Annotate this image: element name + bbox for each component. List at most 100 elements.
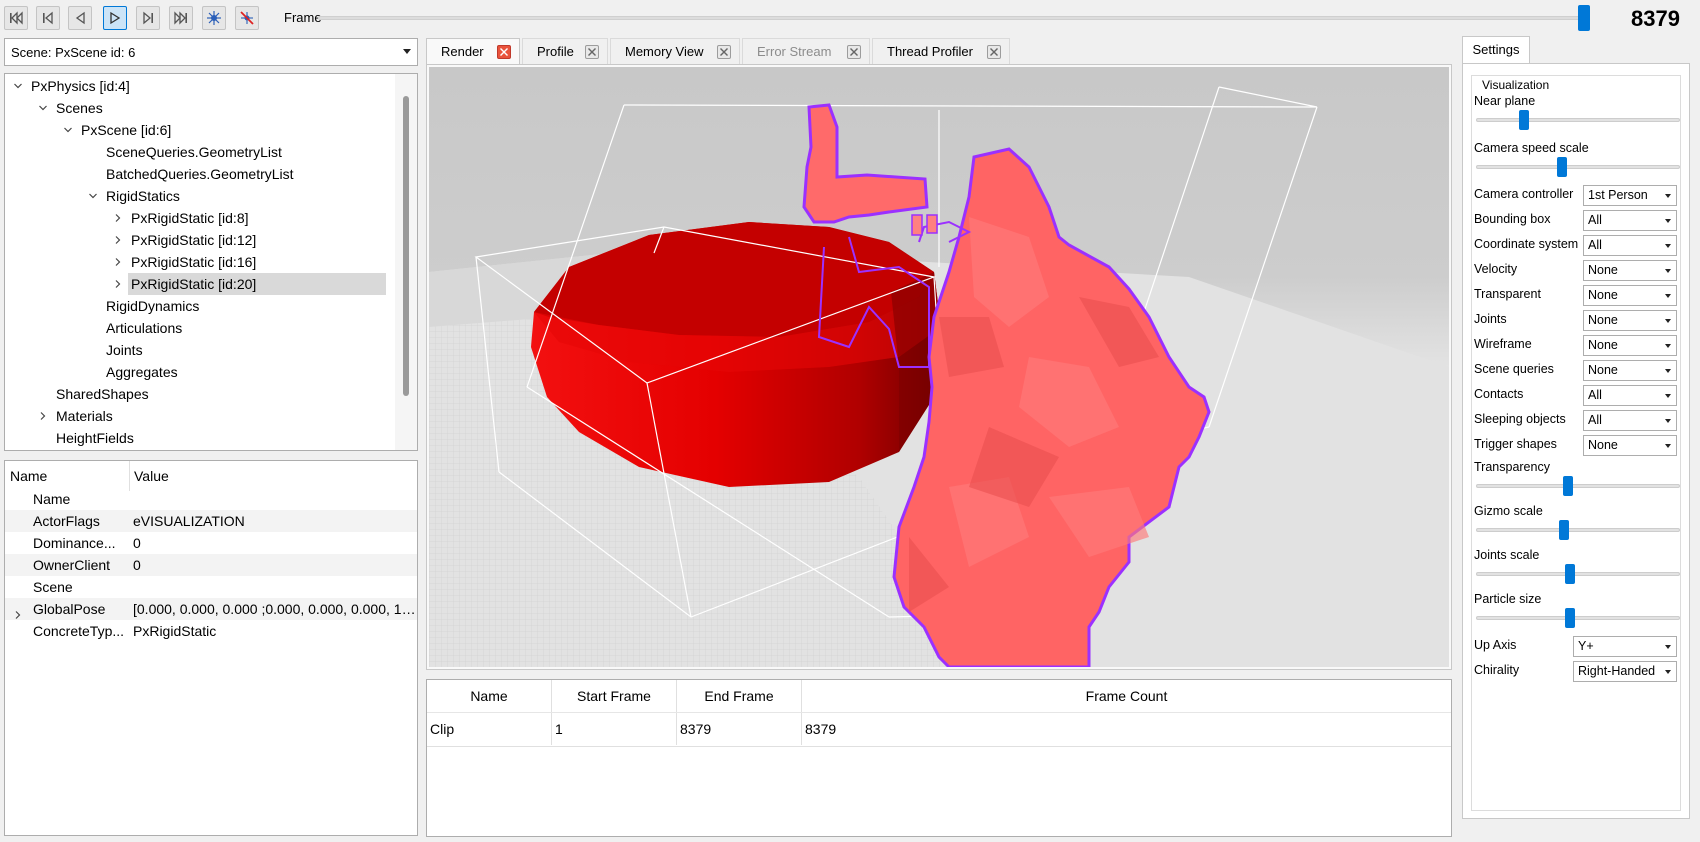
near-plane-slider[interactable] <box>1476 118 1680 122</box>
tree-item[interactable]: PxPhysics [id:4] <box>28 75 133 97</box>
tree-item-label: PxRigidStatic [id:8] <box>131 210 249 226</box>
bounding-box-combo[interactable]: All <box>1583 210 1677 231</box>
tree-item[interactable]: PxScene [id:6] <box>78 119 174 141</box>
frame-slider-thumb[interactable] <box>1578 5 1590 31</box>
scene-queries-combo[interactable]: None <box>1583 360 1677 381</box>
close-icon[interactable] <box>497 45 511 59</box>
tree-item[interactable]: PxRigidStatic [id:12] <box>128 229 259 251</box>
chevron-down-icon <box>1665 294 1671 298</box>
connect-button[interactable] <box>202 6 226 30</box>
clip-count-header[interactable]: Frame Count <box>802 680 1451 712</box>
property-row[interactable]: ConcreteTyp... PxRigidStatic <box>5 620 417 642</box>
close-icon[interactable] <box>585 45 599 59</box>
clip-end-header[interactable]: End Frame <box>677 680 802 712</box>
joints-combo[interactable]: None <box>1583 310 1677 331</box>
play-button[interactable] <box>103 6 127 30</box>
close-icon[interactable] <box>847 45 861 59</box>
step-back-button[interactable] <box>68 6 92 30</box>
clip-start-cell[interactable]: 1 <box>552 713 677 745</box>
object-tree[interactable]: PxPhysics [id:4] Scenes PxScene [id:6] Scen… <box>4 73 418 451</box>
tree-item[interactable]: Scenes <box>53 97 106 119</box>
clip-start-header[interactable]: Start Frame <box>552 680 677 712</box>
transparent-combo[interactable]: None <box>1583 285 1677 306</box>
tree-item[interactable]: HeightFields <box>53 427 137 449</box>
chevron-down-icon[interactable] <box>61 119 75 141</box>
tab-memory-view[interactable]: Memory View <box>610 38 740 66</box>
close-icon[interactable] <box>717 45 731 59</box>
scene-selector[interactable]: Scene: PxScene id: 6 <box>4 38 418 66</box>
settings-scrollbar[interactable] <box>1690 36 1700 836</box>
trigger-shapes-combo[interactable]: None <box>1583 435 1677 456</box>
coordinate-system-combo[interactable]: All <box>1583 235 1677 256</box>
tree-item[interactable]: Aggregates <box>103 361 181 383</box>
sleeping-objects-combo[interactable]: All <box>1583 410 1677 431</box>
chirality-combo[interactable]: Right-Handed <box>1573 661 1677 682</box>
disconnect-button[interactable] <box>235 6 259 30</box>
gizmo-scale-slider-thumb[interactable] <box>1559 520 1570 540</box>
velocity-combo[interactable]: None <box>1583 260 1677 281</box>
up-axis-combo[interactable]: Y+ <box>1573 636 1677 657</box>
disconnect-icon <box>240 11 254 25</box>
tab-error-stream[interactable]: Error Stream <box>742 38 870 66</box>
chevron-down-icon[interactable] <box>11 75 25 97</box>
tree-item[interactable]: Joints <box>103 339 146 361</box>
tree-item[interactable]: SharedShapes <box>53 383 152 405</box>
tab-settings[interactable]: Settings <box>1462 36 1530 64</box>
clip-name-header[interactable]: Name <box>427 680 552 712</box>
clip-end-cell[interactable]: 8379 <box>677 713 802 745</box>
tab-profile[interactable]: Profile <box>522 38 608 66</box>
tree-item[interactable]: RigidStatics <box>103 185 183 207</box>
render-view[interactable] <box>426 64 1452 670</box>
property-row[interactable]: OwnerClient 0 <box>5 554 417 576</box>
chevron-right-icon[interactable] <box>111 273 125 295</box>
first-frame-button[interactable] <box>4 6 28 30</box>
tree-item[interactable]: PxRigidStatic [id:16] <box>128 251 259 273</box>
chevron-right-icon[interactable] <box>111 251 125 273</box>
tree-scrollbar-thumb[interactable] <box>403 96 409 396</box>
particle-size-label: Particle size <box>1474 592 1542 606</box>
property-row[interactable]: Name <box>5 488 417 510</box>
step-forward-button[interactable] <box>136 6 160 30</box>
camera-speed-slider-thumb[interactable] <box>1557 157 1568 177</box>
tree-item[interactable]: PxRigidStatic [id:20] <box>128 273 386 295</box>
frame-slider[interactable] <box>318 16 1588 20</box>
contacts-combo[interactable]: All <box>1583 385 1677 406</box>
chevron-down-icon[interactable] <box>36 97 50 119</box>
wireframe-combo[interactable]: None <box>1583 335 1677 356</box>
tree-item[interactable]: RigidDynamics <box>103 295 202 317</box>
transparency-slider-thumb[interactable] <box>1563 476 1574 496</box>
property-value-header[interactable]: Value <box>134 465 169 487</box>
previous-key-button[interactable] <box>36 6 60 30</box>
joints-scale-slider-thumb[interactable] <box>1565 564 1576 584</box>
tree-item[interactable]: SceneQueries.GeometryList <box>103 141 285 163</box>
tree-item[interactable]: Materials <box>53 405 116 427</box>
transparency-slider[interactable] <box>1476 484 1680 488</box>
property-row[interactable]: Scene <box>5 576 417 598</box>
joints-scale-slider[interactable] <box>1476 572 1680 576</box>
tree-item[interactable]: PxRigidStatic [id:8] <box>128 207 252 229</box>
tab-thread-profiler[interactable]: Thread Profiler <box>872 38 1010 66</box>
velocity-value: None <box>1588 263 1618 277</box>
chevron-right-icon[interactable] <box>111 207 125 229</box>
close-icon[interactable] <box>987 45 1001 59</box>
particle-size-slider[interactable] <box>1476 616 1680 620</box>
render-viewport[interactable] <box>429 67 1449 667</box>
clip-count-cell[interactable]: 8379 <box>802 713 1451 745</box>
clip-name-cell[interactable]: Clip <box>427 713 552 745</box>
camera-speed-slider[interactable] <box>1476 165 1680 169</box>
last-frame-button[interactable] <box>169 6 193 30</box>
property-row[interactable]: GlobalPose [0.000, 0.000, 0.000 ;0.000, 0… <box>5 598 417 620</box>
chevron-down-icon[interactable] <box>86 185 100 207</box>
property-row[interactable]: Dominance... 0 <box>5 532 417 554</box>
property-row[interactable]: ActorFlags eVISUALIZATION <box>5 510 417 532</box>
tree-item[interactable]: Articulations <box>103 317 185 339</box>
tab-render[interactable]: Render <box>426 38 520 66</box>
property-name-header[interactable]: Name <box>10 465 47 487</box>
tree-item[interactable]: BatchedQueries.GeometryList <box>103 163 297 185</box>
particle-size-slider-thumb[interactable] <box>1565 608 1576 628</box>
near-plane-slider-thumb[interactable] <box>1518 110 1529 130</box>
chevron-right-icon[interactable] <box>36 405 50 427</box>
chevron-right-icon[interactable] <box>111 229 125 251</box>
camera-controller-combo[interactable]: 1st Person <box>1583 185 1677 206</box>
gizmo-scale-slider[interactable] <box>1476 528 1680 532</box>
